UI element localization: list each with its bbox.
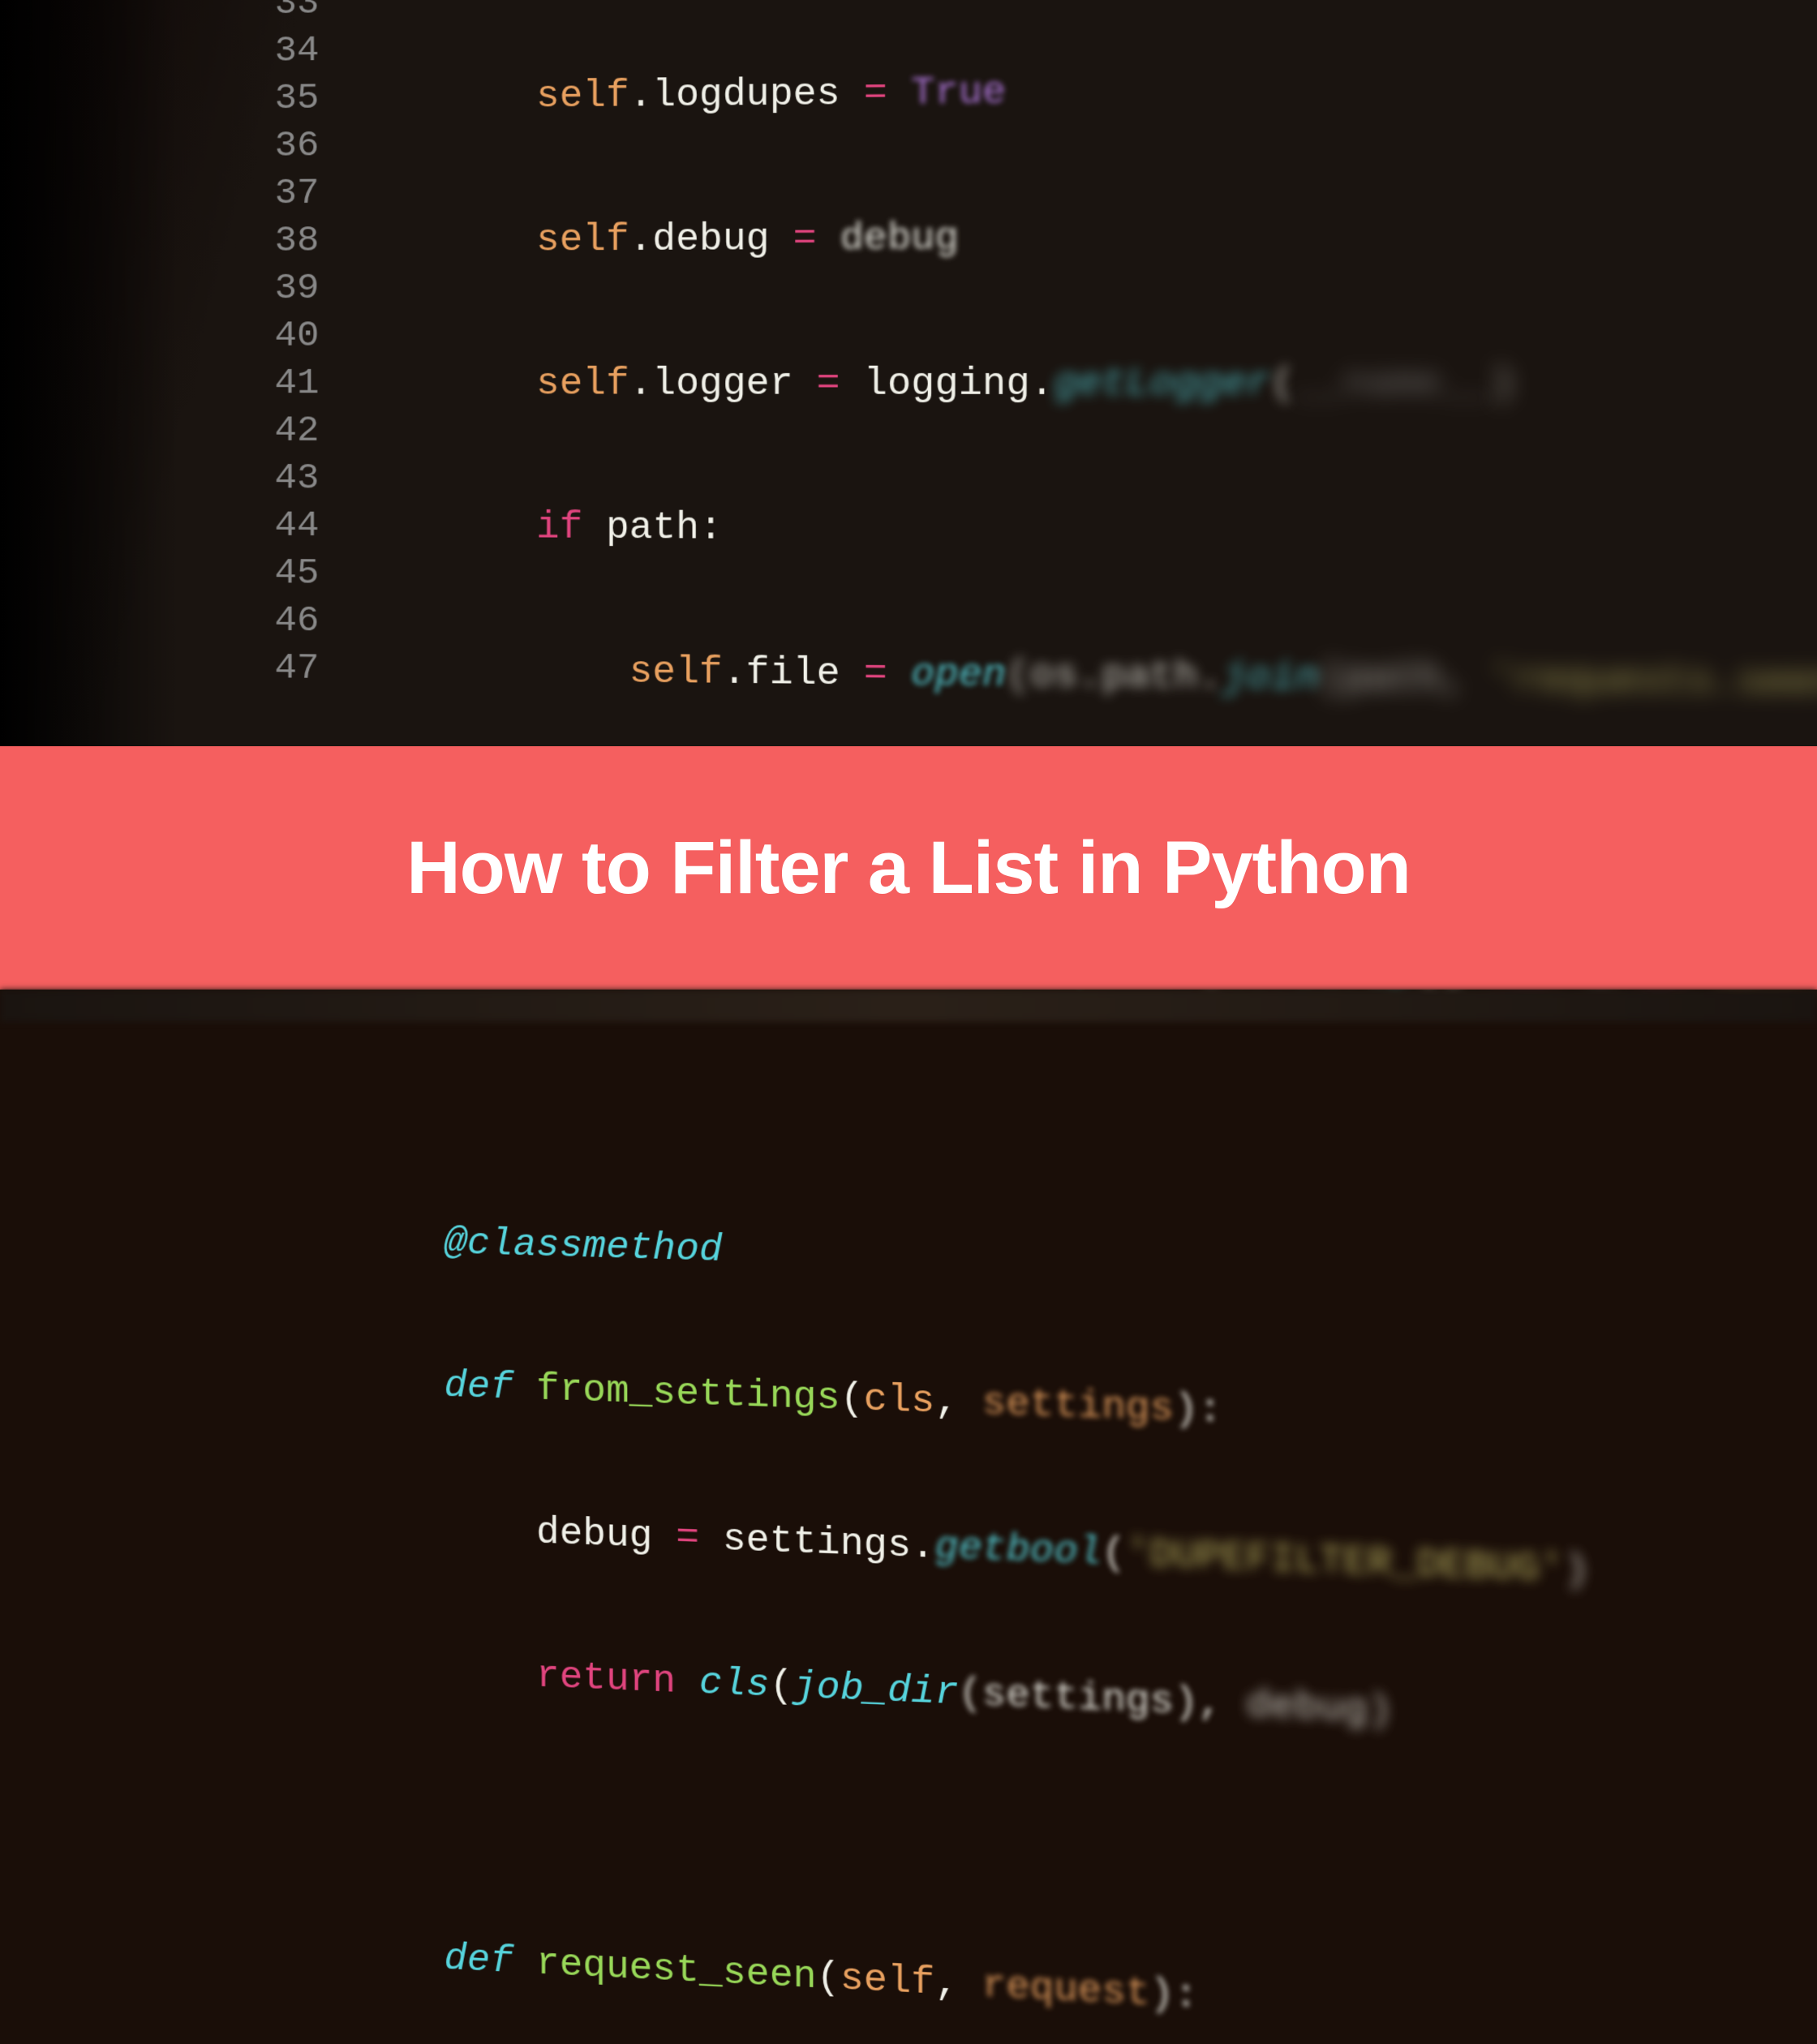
line-number: 39 [229, 265, 320, 313]
line-number: 33 [229, 0, 320, 28]
left-vignette [0, 0, 179, 749]
line-number: 36 [229, 122, 320, 170]
line-number: 44 [229, 502, 320, 550]
line-number: 34 [229, 28, 320, 76]
line-number-gutter: 33 34 35 36 37 38 39 40 41 42 43 44 45 4… [229, 0, 320, 693]
code-line: self.file = open(os.path.join(path, 'req… [352, 646, 1817, 710]
code-line: def from_settings(cls, settings): [352, 1359, 1817, 1460]
code-line: def request_seen(self, request): [352, 1930, 1817, 2044]
line-number: 45 [229, 550, 320, 598]
line-number: 37 [229, 170, 320, 217]
code-line [352, 1788, 1817, 1910]
code-line: debug = settings.getbool('DUPEFILTER_DEB… [352, 1502, 1817, 1610]
bottom-code-strip [0, 990, 1817, 1022]
code-line: self.logger = logging.getLogger(__name__… [352, 359, 1817, 410]
code-line: @classmethod [352, 1217, 1817, 1310]
line-number: 38 [229, 217, 320, 265]
code-content: self.logdupes = True self.debug = debug … [352, 0, 1817, 2044]
code-line: self.logdupes = True [352, 59, 1817, 122]
line-number: 41 [229, 360, 320, 408]
line-number: 46 [229, 597, 320, 645]
line-number: 43 [229, 455, 320, 503]
line-number: 47 [229, 644, 320, 693]
line-number: 42 [229, 407, 320, 455]
title-banner: How to Filter a List in Python [0, 746, 1817, 990]
line-number: 40 [229, 312, 320, 360]
code-editor-screenshot: 33 34 35 36 37 38 39 40 41 42 43 44 45 4… [0, 0, 1817, 770]
line-number: 35 [229, 75, 320, 122]
code-line: return cls(job_dir(settings), debug) [352, 1645, 1817, 1760]
banner-title: How to Filter a List in Python [406, 826, 1411, 911]
code-line: if path: [352, 503, 1817, 560]
code-line: self.debug = debug [352, 209, 1817, 265]
code-line [352, 1074, 1817, 1160]
